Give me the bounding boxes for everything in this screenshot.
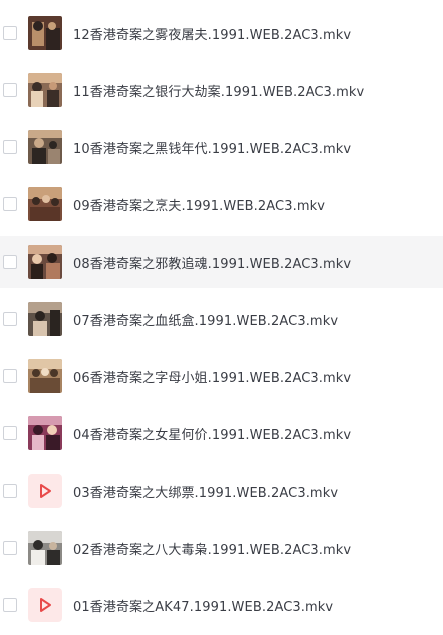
select-checkbox[interactable] (3, 312, 17, 326)
select-checkbox[interactable] (3, 369, 17, 383)
select-checkbox[interactable] (3, 426, 17, 440)
file-name[interactable]: 02香港奇案之八大毒枭.1991.WEB.2AC3.mkv (73, 539, 351, 558)
video-thumbnail[interactable] (28, 130, 62, 164)
file-row[interactable]: 01香港奇案之AK47.1991.WEB.2AC3.mkv (0, 579, 443, 631)
file-name[interactable]: 03香港奇案之大绑票.1991.WEB.2AC3.mkv (73, 482, 338, 501)
select-checkbox[interactable] (3, 541, 17, 555)
video-thumbnail[interactable] (28, 302, 62, 336)
file-row[interactable]: 03香港奇案之大绑票.1991.WEB.2AC3.mkv (0, 465, 443, 517)
file-name[interactable]: 07香港奇案之血纸盒.1991.WEB.2AC3.mkv (73, 310, 338, 329)
file-row[interactable]: 09香港奇案之烹夫.1991.WEB.2AC3.mkv (0, 178, 443, 230)
file-row[interactable]: 10香港奇案之黑钱年代.1991.WEB.2AC3.mkv (0, 121, 443, 173)
video-thumbnail[interactable] (28, 416, 62, 450)
video-thumbnail[interactable] (28, 187, 62, 221)
file-name[interactable]: 01香港奇案之AK47.1991.WEB.2AC3.mkv (73, 596, 333, 615)
file-name[interactable]: 10香港奇案之黑钱年代.1991.WEB.2AC3.mkv (73, 138, 351, 157)
video-thumbnail[interactable] (28, 73, 62, 107)
video-thumbnail[interactable] (28, 531, 62, 565)
file-row[interactable]: 02香港奇案之八大毒枭.1991.WEB.2AC3.mkv (0, 522, 443, 574)
file-row[interactable]: 08香港奇案之邪教追魂.1991.WEB.2AC3.mkv (0, 236, 443, 288)
file-row[interactable]: 06香港奇案之字母小姐.1991.WEB.2AC3.mkv (0, 350, 443, 402)
file-row[interactable]: 11香港奇案之银行大劫案.1991.WEB.2AC3.mkv (0, 64, 443, 116)
select-checkbox[interactable] (3, 140, 17, 154)
file-row[interactable]: 04香港奇案之女星何价.1991.WEB.2AC3.mkv (0, 407, 443, 459)
file-name[interactable]: 11香港奇案之银行大劫案.1991.WEB.2AC3.mkv (73, 81, 364, 100)
select-checkbox[interactable] (3, 26, 17, 40)
file-name[interactable]: 12香港奇案之雾夜屠夫.1991.WEB.2AC3.mkv (73, 24, 351, 43)
file-row[interactable]: 07香港奇案之血纸盒.1991.WEB.2AC3.mkv (0, 293, 443, 345)
file-list: 12香港奇案之雾夜屠夫.1991.WEB.2AC3.mkv 11香港奇案之银行大… (0, 0, 443, 635)
file-name[interactable]: 06香港奇案之字母小姐.1991.WEB.2AC3.mkv (73, 367, 351, 386)
video-thumbnail[interactable] (28, 245, 62, 279)
file-name[interactable]: 04香港奇案之女星何价.1991.WEB.2AC3.mkv (73, 424, 351, 443)
select-checkbox[interactable] (3, 484, 17, 498)
select-checkbox[interactable] (3, 255, 17, 269)
file-row[interactable]: 12香港奇案之雾夜屠夫.1991.WEB.2AC3.mkv (0, 7, 443, 59)
file-name[interactable]: 08香港奇案之邪教追魂.1991.WEB.2AC3.mkv (73, 253, 351, 272)
file-name[interactable]: 09香港奇案之烹夫.1991.WEB.2AC3.mkv (73, 195, 325, 214)
play-icon (40, 598, 51, 612)
select-checkbox[interactable] (3, 197, 17, 211)
select-checkbox[interactable] (3, 83, 17, 97)
play-icon (40, 484, 51, 498)
video-file-icon[interactable] (28, 474, 62, 508)
video-file-icon[interactable] (28, 588, 62, 622)
video-thumbnail[interactable] (28, 359, 62, 393)
video-thumbnail[interactable] (28, 16, 62, 50)
select-checkbox[interactable] (3, 598, 17, 612)
